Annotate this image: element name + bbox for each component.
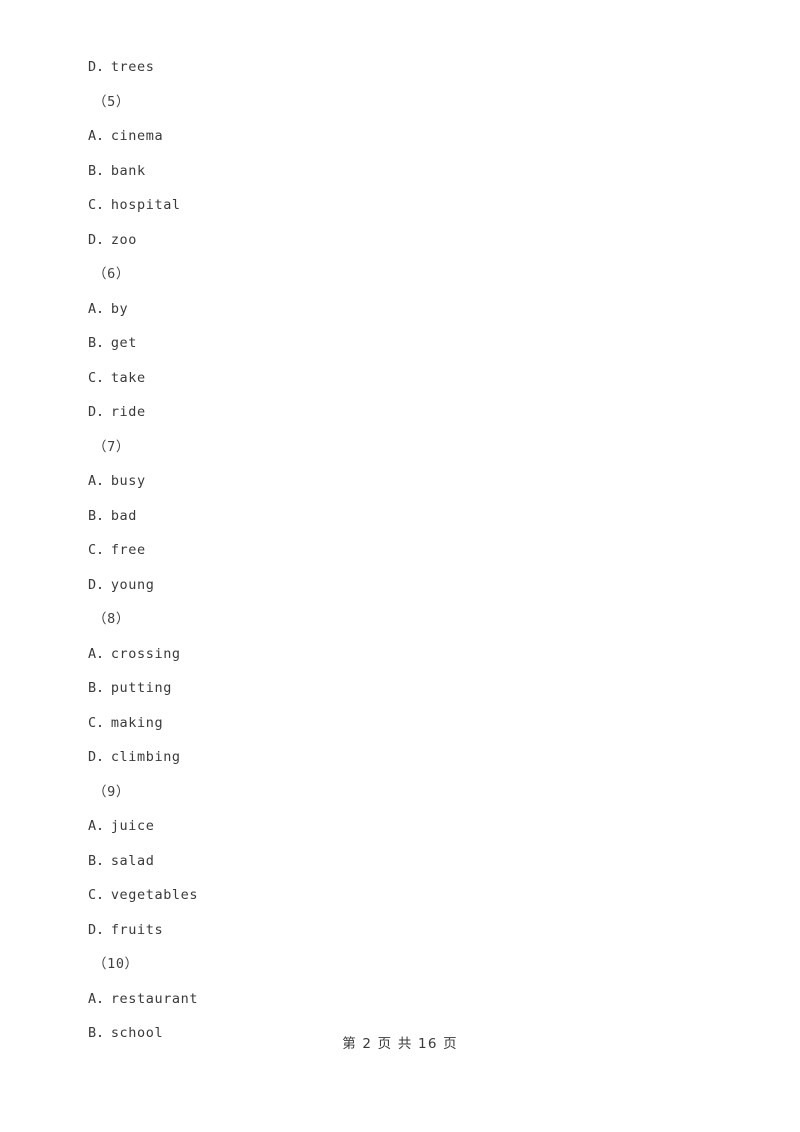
answer-option[interactable]: A．by	[88, 292, 728, 327]
answer-option[interactable]: D．young	[88, 568, 728, 603]
answer-option[interactable]: C．hospital	[88, 188, 728, 223]
answer-option[interactable]: D．zoo	[88, 223, 728, 258]
question-number: （9）	[93, 783, 130, 800]
page-footer: 第 2 页 共 16 页	[342, 1036, 458, 1052]
answer-option[interactable]: A．juice	[88, 809, 728, 844]
answer-option[interactable]: C．take	[88, 361, 728, 396]
answer-option[interactable]: A．restaurant	[88, 982, 728, 1017]
question-number: （8）	[93, 611, 130, 627]
answer-option[interactable]: B．bad	[88, 499, 728, 534]
answer-option[interactable]: C．vegetables	[88, 878, 728, 913]
answer-option[interactable]: A．crossing	[88, 637, 728, 672]
answer-option[interactable]: C．free	[88, 533, 728, 568]
answer-option[interactable]: D．ride	[88, 395, 728, 430]
answer-option[interactable]: D．trees	[88, 50, 728, 85]
question-number: （5）	[93, 93, 130, 110]
answer-option[interactable]: B．bank	[88, 154, 728, 189]
question-number: （7）	[93, 438, 130, 455]
answer-option[interactable]: B．get	[88, 326, 728, 361]
answer-option[interactable]: D．climbing	[88, 740, 728, 775]
question-number: （6）	[93, 266, 130, 282]
exam-page: D．trees （5） A．cinema B．bank C．hospital D．zoo （…	[0, 0, 800, 1132]
answer-option[interactable]: C．making	[88, 706, 728, 741]
question-list: D．trees （5） A．cinema B．bank C．hospital D．zoo （…	[88, 50, 728, 1051]
answer-option[interactable]: A．busy	[88, 464, 728, 499]
answer-option[interactable]: B．salad	[88, 844, 728, 879]
answer-option[interactable]: D．fruits	[88, 913, 728, 948]
answer-option[interactable]: A．cinema	[88, 119, 728, 154]
question-number: （10）	[93, 956, 139, 972]
answer-option[interactable]: B．putting	[88, 671, 728, 706]
